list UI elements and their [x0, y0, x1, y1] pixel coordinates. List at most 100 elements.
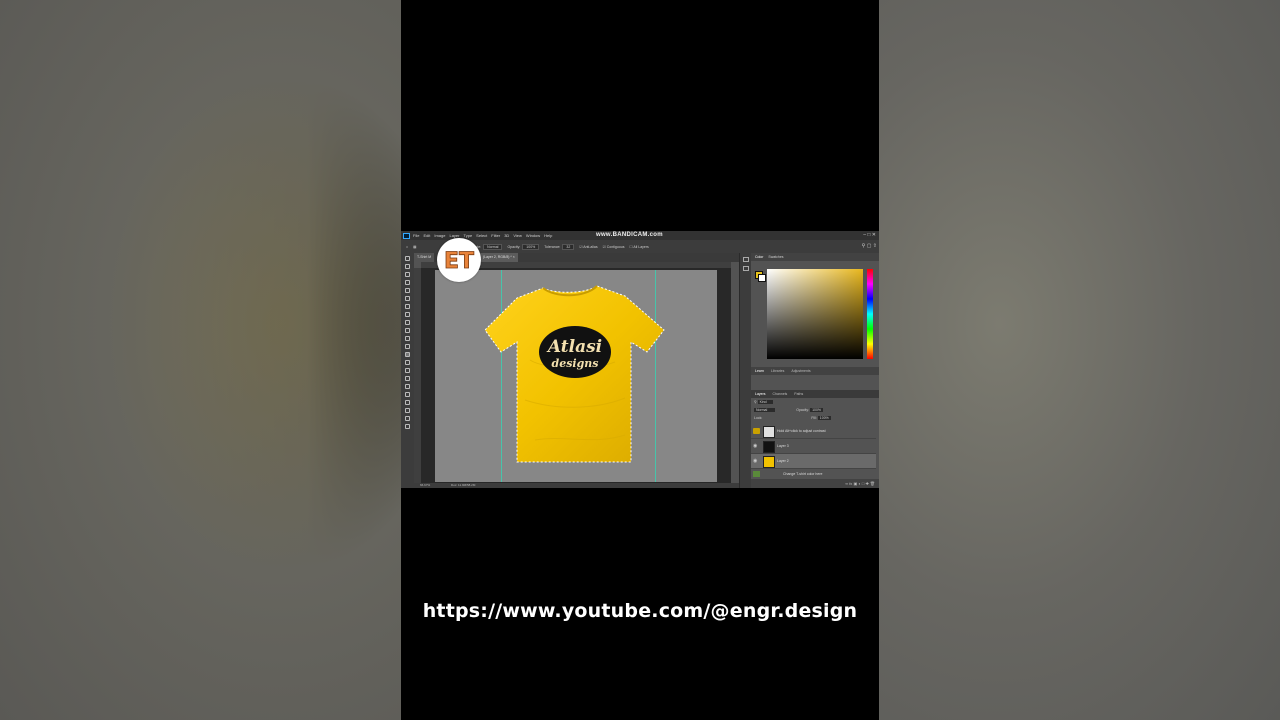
status-bar: 66.67% Doc: 11.9M/58.2M — [414, 483, 739, 488]
mid-panel-tabs: Learn Libraries Adjustments — [751, 367, 879, 375]
layer-name: Layer 2 — [777, 459, 789, 463]
layer-name: Hold Alt+click to adjust contrast — [777, 429, 826, 433]
background-blur-left — [0, 0, 401, 720]
clone-stamp-tool-icon[interactable] — [405, 328, 410, 333]
marquee-tool-icon[interactable] — [405, 264, 410, 269]
tab-tshirt[interactable]: T-Shirt M — [414, 253, 435, 262]
mode-select[interactable]: Normal — [483, 243, 503, 250]
artwork-line1: Atlasi — [546, 337, 602, 357]
brush-tool-icon[interactable] — [405, 320, 410, 325]
visibility-eye-icon[interactable]: ◉ — [753, 443, 760, 449]
paint-bucket-tool-icon[interactable] — [405, 352, 410, 357]
crop-tool-icon[interactable] — [405, 288, 410, 293]
lock-label: Lock: — [754, 416, 763, 420]
menu-3d[interactable]: 3D — [504, 233, 509, 238]
layer-filter-row: ⚲ Kind — [754, 400, 876, 407]
dodge-tool-icon[interactable] — [405, 368, 410, 373]
search-icon[interactable]: ⚲ ▢ ⇧ — [862, 243, 877, 249]
menu-file[interactable]: File — [413, 233, 419, 238]
path-selection-tool-icon[interactable] — [405, 392, 410, 397]
zoom-tool-icon[interactable] — [405, 416, 410, 421]
zoom-level[interactable]: 66.67% — [420, 483, 430, 487]
menu-view[interactable]: View — [513, 233, 522, 238]
tab-channels[interactable]: Channels — [773, 392, 788, 396]
menu-filter[interactable]: Filter — [491, 233, 500, 238]
tab-libraries[interactable]: Libraries — [771, 369, 784, 373]
menu-help[interactable]: Help — [544, 233, 552, 238]
fx-icon[interactable]: fx — [849, 481, 852, 486]
tools-panel — [401, 253, 414, 488]
tab-color[interactable]: Color — [755, 255, 763, 259]
menu-window[interactable]: Window — [526, 233, 540, 238]
vertical-ruler — [414, 268, 421, 483]
tab-paths[interactable]: Paths — [794, 392, 803, 396]
eraser-tool-icon[interactable] — [405, 344, 410, 349]
tab-layers[interactable]: Layers — [755, 392, 766, 396]
hue-slider[interactable] — [867, 269, 873, 359]
channel-logo: ET — [437, 238, 481, 282]
visibility-eye-icon[interactable] — [753, 471, 760, 477]
color-field[interactable] — [767, 269, 863, 359]
layer-opacity-input[interactable]: 100% — [810, 408, 824, 412]
layer-row[interactable]: Hold Alt+click to adjust contrast — [751, 424, 876, 439]
history-panel-icon[interactable] — [743, 257, 749, 262]
visibility-eye-icon[interactable]: ◉ — [753, 458, 760, 464]
tab-layer2-label: (Layer 2, RGB/8) * — [483, 255, 512, 259]
tolerance-input[interactable]: 32 — [562, 243, 575, 250]
home-icon[interactable]: ⌂ — [406, 245, 408, 249]
move-tool-icon[interactable] — [405, 256, 410, 261]
contiguous-checkbox[interactable]: ☑ Contiguous — [603, 245, 625, 249]
link-icon[interactable]: ∞ — [845, 481, 848, 486]
mask-icon[interactable]: ▣ — [853, 481, 857, 486]
layer-row-selected[interactable]: ◉ Layer 2 — [751, 454, 876, 469]
et-logo-icon: ET — [444, 249, 475, 275]
properties-panel-icon[interactable] — [743, 266, 749, 271]
blur-tool-icon[interactable] — [405, 360, 410, 365]
type-tool-icon[interactable] — [405, 384, 410, 389]
layer-row[interactable]: ◉ Layer 3 — [751, 439, 876, 454]
pen-tool-icon[interactable] — [405, 376, 410, 381]
folder-icon[interactable]: □ — [862, 481, 864, 486]
hand-tool-icon[interactable] — [405, 408, 410, 413]
paint-bucket-tool-icon[interactable]: ▩ — [413, 245, 416, 249]
trash-icon[interactable]: 🗑 — [870, 481, 875, 486]
document-canvas[interactable]: Atlasi designs ✦ — [435, 270, 717, 482]
adjustment-icon[interactable]: ◐ — [858, 481, 860, 486]
history-brush-tool-icon[interactable] — [405, 336, 410, 341]
doc-size: Doc: 11.9M/58.2M — [451, 483, 476, 487]
search-icon: ⚲ — [754, 400, 757, 404]
frame-tool-icon[interactable] — [405, 296, 410, 301]
layer-kind-select[interactable]: Kind — [757, 400, 773, 404]
lasso-tool-icon[interactable] — [405, 272, 410, 277]
magic-wand-tool-icon[interactable] — [405, 280, 410, 285]
layer-name: Layer 3 — [777, 444, 789, 448]
close-icon[interactable]: × — [513, 255, 515, 259]
opacity-input[interactable]: 100% — [522, 243, 540, 250]
layer-thumbnail — [763, 456, 775, 468]
all-layers-checkbox[interactable]: ☐ All Layers — [629, 245, 648, 249]
more-tools-icon[interactable] — [405, 424, 410, 429]
eyedropper-tool-icon[interactable] — [405, 304, 410, 309]
healing-brush-tool-icon[interactable] — [405, 312, 410, 317]
tab-adjustments[interactable]: Adjustments — [791, 369, 810, 373]
fill-label: Fill: — [811, 416, 817, 420]
visibility-eye-icon[interactable] — [753, 428, 760, 434]
layers-panel-footer: ∞ fx ▣ ◐ □ ✚ 🗑 — [751, 479, 879, 488]
layer-thumbnail — [763, 426, 775, 438]
window-controls[interactable]: – □ ✕ — [863, 232, 876, 238]
tshirt-image: Atlasi designs — [484, 285, 665, 463]
right-panels: Color Swatches Learn Libraries Adjustmen… — [751, 253, 879, 488]
canvas-area: Atlasi designs ✦ — [421, 268, 731, 483]
rectangle-tool-icon[interactable] — [405, 400, 410, 405]
layer-thumbnail — [763, 441, 775, 453]
youtube-link[interactable]: https://www.youtube.com/@engr.design — [401, 600, 879, 622]
fill-input[interactable]: 100% — [817, 416, 831, 420]
tab-learn[interactable]: Learn — [755, 369, 764, 373]
blend-mode-select[interactable]: Normal — [754, 408, 776, 412]
tab-layer2[interactable]: (Layer 2, RGB/8) * × — [480, 253, 518, 262]
antialias-checkbox[interactable]: ☑ Anti-alias — [579, 245, 597, 249]
tab-swatches[interactable]: Swatches — [768, 255, 783, 259]
new-layer-icon[interactable]: ✚ — [865, 481, 868, 486]
menu-edit[interactable]: Edit — [423, 233, 430, 238]
panel-background-swatch[interactable] — [758, 274, 766, 282]
